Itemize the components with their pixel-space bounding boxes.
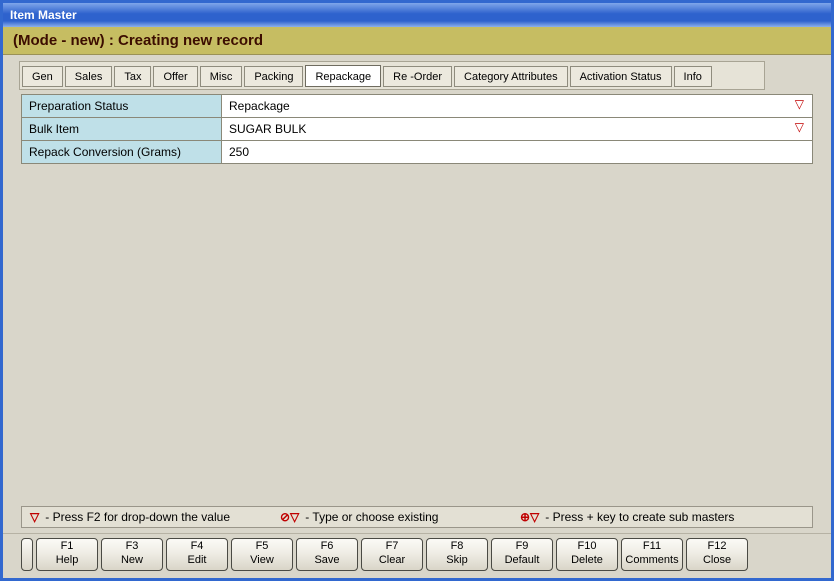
form-row-repack-conversion: Repack Conversion (Grams) 250 [21, 141, 813, 164]
fbtn-label: Skip [446, 554, 467, 568]
fkey-label: F6 [321, 540, 334, 554]
comments-button[interactable]: F11 Comments [621, 538, 683, 571]
button-bar-gripper [21, 538, 33, 571]
view-button[interactable]: F5 View [231, 538, 293, 571]
repack-conversion-field[interactable]: 250 [222, 141, 812, 163]
tab-packing[interactable]: Packing [244, 66, 303, 87]
legend-text: - Type or choose existing [305, 510, 438, 524]
item-master-window: Item Master (Mode - new) : Creating new … [0, 0, 834, 581]
fbtn-label: Save [314, 554, 339, 568]
dropdown-triangle-icon[interactable]: ▽ [795, 98, 804, 110]
bulk-item-value: SUGAR BULK [229, 122, 306, 136]
fkey-label: F4 [191, 540, 204, 554]
window-title: Item Master [10, 8, 77, 22]
fkey-label: F1 [61, 540, 74, 554]
legend-text: - Press F2 for drop-down the value [45, 510, 230, 524]
skip-button[interactable]: F8 Skip [426, 538, 488, 571]
fbtn-label: Edit [188, 554, 207, 568]
legend-item-type-or-choose: ⊘▽ - Type or choose existing [280, 510, 520, 524]
default-button[interactable]: F9 Default [491, 538, 553, 571]
tab-category-attributes[interactable]: Category Attributes [454, 66, 568, 87]
circle-plus-triangle-icon: ⊕▽ [520, 510, 539, 524]
legend-item-sub-masters: ⊕▽ - Press + key to create sub masters [520, 510, 734, 524]
help-button[interactable]: F1 Help [36, 538, 98, 571]
tab-tax[interactable]: Tax [114, 66, 151, 87]
fkey-label: F9 [516, 540, 529, 554]
fbtn-label: Close [703, 554, 731, 568]
bulk-item-label: Bulk Item [22, 118, 222, 140]
repackage-form: Preparation Status Repackage ▽ Bulk Item… [21, 94, 813, 164]
empty-content-area [3, 164, 831, 506]
legend-text: - Press + key to create sub masters [545, 510, 734, 524]
tab-sales[interactable]: Sales [65, 66, 113, 87]
tab-info[interactable]: Info [674, 66, 712, 87]
fkey-label: F7 [386, 540, 399, 554]
close-button[interactable]: F12 Close [686, 538, 748, 571]
fkey-label: F8 [451, 540, 464, 554]
preparation-status-field[interactable]: Repackage ▽ [222, 95, 812, 117]
fkey-label: F10 [578, 540, 597, 554]
repack-conversion-label: Repack Conversion (Grams) [22, 141, 222, 163]
fbtn-label: Comments [625, 554, 678, 568]
edit-button[interactable]: F4 Edit [166, 538, 228, 571]
fbtn-label: View [250, 554, 274, 568]
tab-gen[interactable]: Gen [22, 66, 63, 87]
function-button-bar: F1 Help F3 New F4 Edit F5 View F6 Save F… [3, 533, 831, 578]
mode-text: (Mode - new) : Creating new record [13, 32, 263, 49]
tab-strip: Gen Sales Tax Offer Misc Packing Repacka… [19, 61, 765, 90]
fkey-label: F11 [643, 540, 661, 554]
fbtn-label: Help [56, 554, 79, 568]
save-button[interactable]: F6 Save [296, 538, 358, 571]
title-bar: Item Master [3, 3, 831, 27]
fbtn-label: Delete [571, 554, 603, 568]
fbtn-label: New [121, 554, 143, 568]
delete-button[interactable]: F10 Delete [556, 538, 618, 571]
form-row-bulk-item: Bulk Item SUGAR BULK ▽ [21, 118, 813, 141]
tab-offer[interactable]: Offer [153, 66, 197, 87]
fbtn-label: Default [505, 554, 540, 568]
legend-bar: ▽ - Press F2 for drop-down the value ⊘▽ … [21, 506, 813, 528]
dropdown-triangle-icon: ▽ [30, 510, 39, 524]
preparation-status-label: Preparation Status [22, 95, 222, 117]
mode-bar: (Mode - new) : Creating new record [3, 27, 831, 55]
fkey-label: F12 [708, 540, 727, 554]
repack-conversion-value: 250 [229, 145, 249, 159]
form-row-preparation-status: Preparation Status Repackage ▽ [21, 95, 813, 118]
fkey-label: F3 [126, 540, 139, 554]
fbtn-label: Clear [379, 554, 405, 568]
tab-misc[interactable]: Misc [200, 66, 243, 87]
preparation-status-value: Repackage [229, 99, 290, 113]
legend-item-dropdown: ▽ - Press F2 for drop-down the value [30, 510, 280, 524]
circle-slash-triangle-icon: ⊘▽ [280, 510, 299, 524]
fkey-label: F5 [256, 540, 269, 554]
tab-repackage[interactable]: Repackage [305, 65, 381, 87]
bulk-item-field[interactable]: SUGAR BULK ▽ [222, 118, 812, 140]
tab-activation-status[interactable]: Activation Status [570, 66, 672, 87]
dropdown-triangle-icon[interactable]: ▽ [795, 121, 804, 133]
tab-re-order[interactable]: Re -Order [383, 66, 452, 87]
new-button[interactable]: F3 New [101, 538, 163, 571]
clear-button[interactable]: F7 Clear [361, 538, 423, 571]
